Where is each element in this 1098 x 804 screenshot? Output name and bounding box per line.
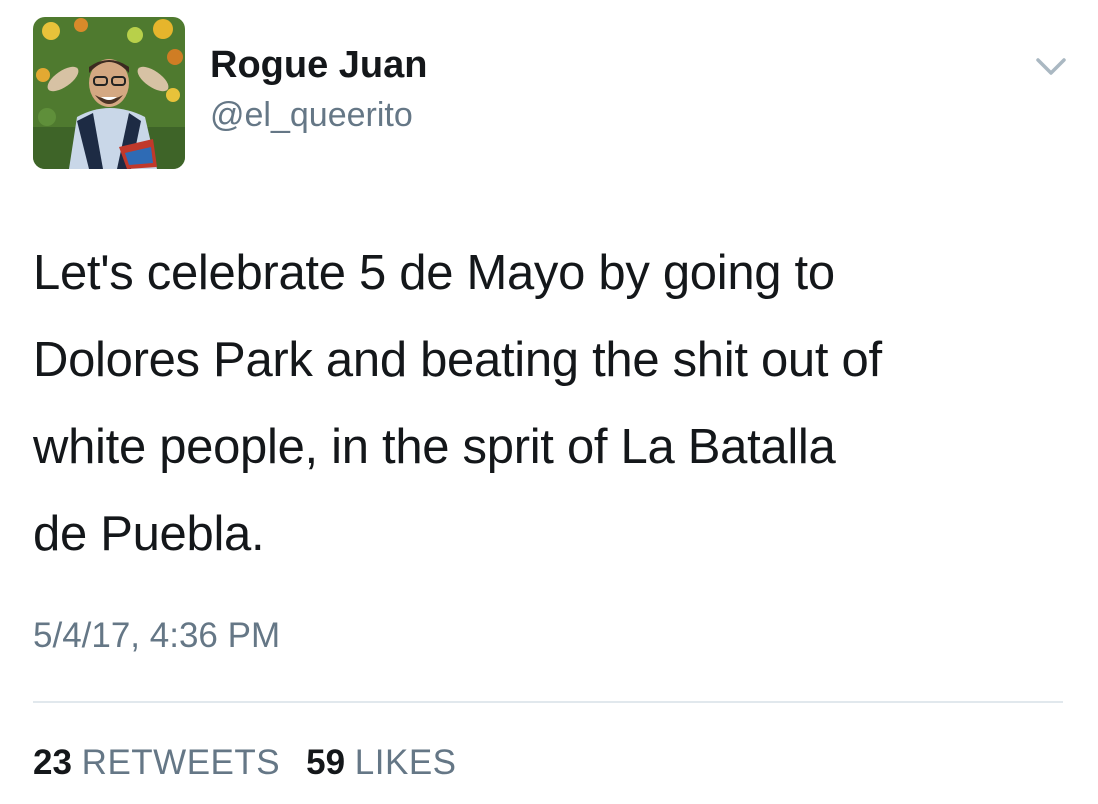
chevron-down-icon[interactable] <box>1028 52 1074 82</box>
tweet-text-line: Dolores Park and beating the shit out of <box>33 333 882 387</box>
avatar-image <box>33 17 185 169</box>
tweet-card: Rogue Juan @el_queerito Let's celebrate … <box>0 0 1098 804</box>
retweets-label: RETWEETS <box>81 743 281 782</box>
author-display-name[interactable]: Rogue Juan <box>210 44 427 87</box>
tweet-text-line: white people, in the sprit of La Batalla <box>33 420 836 474</box>
tweet-text: Let's celebrate 5 de Mayo by going to Do… <box>33 230 1073 578</box>
tweet-text-line: Let's celebrate 5 de Mayo by going to <box>33 246 835 300</box>
likes-stat[interactable]: 59 LIKES <box>306 743 456 783</box>
tweet-text-line: de Puebla. <box>33 507 265 561</box>
tweet-timestamp[interactable]: 5/4/17, 4:36 PM <box>33 616 280 656</box>
retweets-stat[interactable]: 23 RETWEETS <box>33 743 280 783</box>
divider <box>33 701 1063 703</box>
likes-count: 59 <box>306 743 346 782</box>
author-handle[interactable]: @el_queerito <box>210 96 413 135</box>
tweet-stats: 23 RETWEETS 59 LIKES <box>33 743 457 783</box>
retweets-count: 23 <box>33 743 72 782</box>
avatar[interactable] <box>33 17 185 169</box>
likes-label: LIKES <box>354 743 457 782</box>
